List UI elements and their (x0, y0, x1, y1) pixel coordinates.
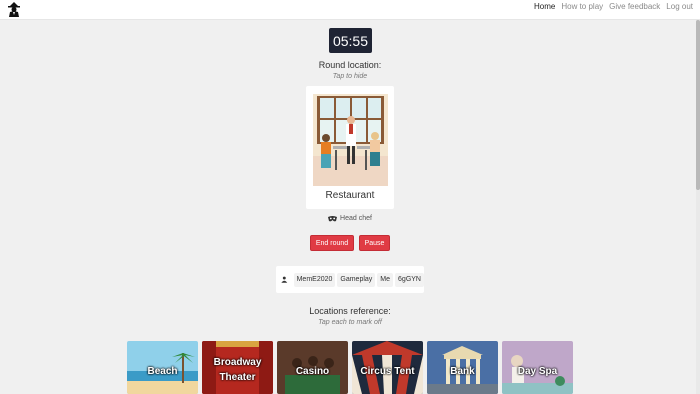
nav-log-out[interactable]: Log out (666, 2, 693, 12)
tile-label: Beach (147, 366, 178, 377)
location-tile-casino[interactable]: Casino (277, 341, 348, 394)
top-nav: Home How to play Give feedback Log out (0, 0, 700, 20)
nav-give-feedback[interactable]: Give feedback (609, 2, 660, 12)
location-tile-beach[interactable]: Beach (127, 341, 198, 394)
tile-label: Broadway Theater (213, 357, 262, 383)
scrollbar-thumb[interactable] (696, 20, 700, 190)
locations-reference-label: Locations reference: (309, 306, 391, 316)
mask-icon (328, 215, 338, 221)
location-tile-circus-tent[interactable]: Circus Tent (352, 341, 423, 394)
locations-reference-hint: Tap each to mark off (318, 319, 382, 326)
restaurant-image (313, 94, 388, 186)
role-name: Head chef (340, 215, 372, 222)
player-chip: 6gGYN (395, 272, 424, 287)
tile-label: Day Spa (517, 366, 558, 377)
tap-to-hide-hint: Tap to hide (332, 73, 368, 80)
round-location-name: Restaurant (325, 190, 375, 201)
person-icon (281, 276, 288, 283)
player-chip: Gameplay (337, 272, 376, 287)
round-timer: 05:55 (329, 28, 372, 53)
location-tile-broadway-theater[interactable]: Broadway Theater (202, 341, 273, 394)
player-chip: Me (377, 272, 394, 287)
tile-label: Bank (450, 366, 475, 377)
nav-how-to-play[interactable]: How to play (561, 2, 603, 12)
player-chip: MemE2020 (293, 272, 336, 287)
player-role: Head chef (300, 215, 400, 222)
tile-label: Casino (295, 366, 330, 377)
pause-button[interactable]: Pause (359, 235, 390, 251)
end-round-button[interactable]: End round (310, 235, 354, 251)
nav-home[interactable]: Home (534, 2, 555, 12)
tile-label: Circus Tent (360, 366, 415, 377)
location-tile-bank[interactable]: Bank (427, 341, 498, 394)
round-location-label: Round location: (318, 60, 382, 70)
players-list: MemE2020 Gameplay Me 6gGYN (276, 266, 424, 293)
nav-links: Home How to play Give feedback Log out (534, 2, 693, 12)
spy-logo-icon[interactable] (7, 1, 21, 17)
location-tile-day-spa[interactable]: Day Spa (502, 341, 573, 394)
round-location-card[interactable]: Restaurant (306, 86, 394, 209)
